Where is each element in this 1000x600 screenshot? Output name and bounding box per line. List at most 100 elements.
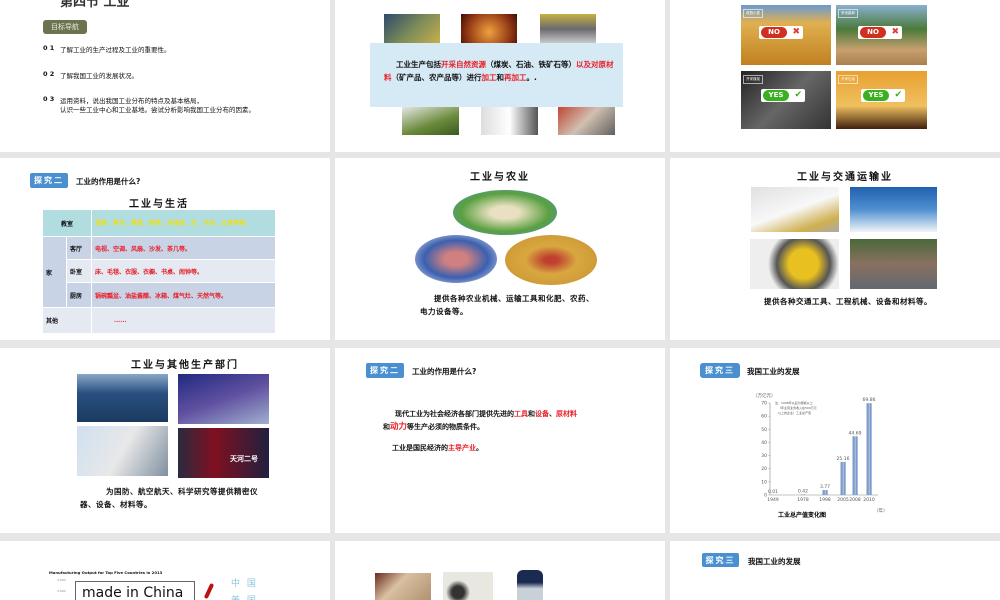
y-tick-label: 10: [761, 479, 767, 485]
goal-number: 0 3: [43, 95, 55, 103]
lab-photo: [76, 425, 169, 477]
slide-caption: 提供各种农业机械、运输工具和化肥、农药、电力设备等。: [420, 294, 594, 316]
tile-label: 开采石油: [838, 75, 858, 84]
slide-title: 工业与交通运输业: [797, 172, 893, 183]
check-icon: ✔: [894, 90, 902, 100]
slide-thumbnail-12[interactable]: 探究三 我国工业的发展: [670, 541, 1000, 600]
chart-note: 注：1998年以后为规模以上: [775, 400, 813, 405]
slide-title: 工业与其他生产部门: [131, 360, 239, 371]
airplane-photo: [849, 186, 938, 233]
bicycle-photo: [442, 571, 494, 600]
slide-heading: 工业的作用是什么?: [76, 177, 141, 186]
definition-text: 工业生产包括开采自然资源（煤炭、石油、铁矿石等）以及对原材料（矿产品、农产品等）…: [384, 60, 614, 82]
no-badge: NO ✖: [759, 26, 803, 39]
goal-text: 了解我国工业的发展状况。: [60, 72, 138, 80]
x-axis-unit: （年）: [874, 507, 888, 514]
x-tick-label: 1998: [819, 497, 831, 503]
goal-number: 0 1: [43, 44, 55, 52]
slide-thumbnail-9[interactable]: 探究三 我国工业的发展 （万亿元） （年） 注：1998年以后为规模以上 （年主…: [670, 348, 1000, 533]
slide-caption: 提供各种交通工具、工程机械、设备和材料等。: [764, 297, 932, 306]
spacecraft-photo: [177, 373, 270, 425]
cell-other-items: ......: [91, 307, 276, 334]
slide-thumbnail-4[interactable]: 探究二 工业的作用是什么? 工业与生活 教室 课桌、凳子、黑板、粉笔、多媒体、灯、…: [0, 158, 330, 340]
slide-thumbnail-6[interactable]: 工业与交通运输业 提供各种交通工具、工程机械、设备和材料等。: [670, 158, 1000, 340]
yes-badge: YES ✔: [761, 89, 805, 102]
y-tick-label: 40: [761, 440, 767, 446]
cell-bedroom: 卧室: [66, 259, 92, 283]
slide-thumbnail-2[interactable]: 工业生产包括开采自然资源（煤炭、石油、铁矿石等）以及对原材料（矿产品、农产品等）…: [335, 0, 665, 152]
tile-label: 开采煤炭: [743, 75, 763, 84]
asphalt-plant-photo: [849, 238, 938, 290]
bar: [822, 490, 825, 495]
bar: [855, 436, 858, 495]
bar-value-label: 25.16: [837, 456, 850, 462]
goal-number: 0 2: [43, 70, 55, 78]
yes-badge: YES ✔: [861, 89, 905, 102]
slide-thumbnail-5[interactable]: 工业与农业 提供各种农业机械、运输工具和化肥、农药、电力设备等。: [335, 158, 665, 340]
bar-value-label: 69.86: [863, 397, 876, 403]
cell-classroom-items: 课桌、凳子、黑板、粉笔、多媒体、灯、书本、文具等等。: [91, 209, 276, 237]
body-line-3: 工业是国民经济的主导产业。: [392, 444, 483, 452]
explore-badge: 探究二: [30, 173, 68, 188]
cell-kitchen-items: 锅碗瓢盆、油盐酱醋、冰箱、煤气灶、天然气等。: [91, 282, 276, 308]
made-in-china-box: made in China: [75, 581, 195, 600]
x-tick-label: 1978: [797, 497, 809, 503]
bar: [866, 403, 869, 495]
textile-photo: [480, 104, 539, 136]
slide-thumbnail-7[interactable]: 工业与其他生产部门 天河二号 为国防、航空航天、科学研究等提供精密仪器、设备、材…: [0, 348, 330, 533]
cell-home: 家: [42, 236, 67, 308]
slide-title: 工业与生活: [129, 199, 189, 210]
country-china: 中 国: [231, 579, 258, 589]
cotton-photo: [401, 104, 460, 136]
slide-thumbnail-11[interactable]: [335, 541, 665, 600]
explore-badge: 探究二: [366, 363, 404, 378]
slide-caption: 为国防、航空航天、科学研究等提供精密仪器、设备、材料等。: [80, 487, 258, 509]
bar: [800, 494, 803, 495]
slide-heading: 我国工业的发展: [747, 367, 800, 376]
y-tick: 3,500: [57, 578, 66, 582]
harvester-photo: [505, 235, 597, 285]
tile-label: 采伐森林: [838, 9, 858, 18]
cell-living-items: 电视、空调、风扇、沙发、茶几等。: [91, 236, 276, 260]
explore-badge: 探究三: [700, 363, 740, 378]
life-table: 教室 课桌、凳子、黑板、粉笔、多媒体、灯、书本、文具等等。 家客厅 电视、空调、风扇…: [42, 209, 276, 334]
definition-box: 工业生产包括开采自然资源（煤炭、石油、铁矿石等）以及对原材料（矿产品、农产品等）…: [370, 43, 623, 107]
slide-thumbnail-8[interactable]: 探究二 工业的作用是什么? 现代工业为社会经济各部门提供先进的工具和设备、原材料…: [335, 348, 665, 533]
slide-thumbnail-1[interactable]: 第四节 工业 目标导航 0 1 了解工业的生产过程及工业的重要性。 0 2 了解…: [0, 0, 330, 152]
car-factory-photo: [539, 13, 597, 45]
bar-value-label: 0.42: [798, 488, 808, 494]
oil-field-photo: 开采石油 YES ✔: [835, 70, 928, 130]
garment-photo: [557, 104, 616, 136]
bar-value-label: 0.01: [768, 489, 778, 495]
slide-title: 第四节 工业: [60, 0, 130, 10]
chart-note: （年主营业务收入在500万元: [778, 405, 817, 410]
slide-thumbnail-3[interactable]: 收割小麦 NO ✖ 采伐森林 NO ✖ 开采煤炭 YES ✔ 开采石油 YES ✔: [670, 0, 1000, 152]
x-tick-label: 2010: [863, 497, 875, 503]
chart-title: Manufacturing Output for Top Five Countr…: [49, 570, 163, 575]
slide-heading: 我国工业的发展: [748, 557, 801, 566]
explore-badge: 探究三: [702, 553, 739, 567]
cell-other: 其他: [42, 307, 92, 334]
mining-photo: [383, 13, 441, 45]
train-photo: [750, 186, 840, 233]
grader-photo: [749, 238, 840, 290]
bar: [840, 461, 843, 495]
bar-value-label: 44.69: [849, 430, 862, 436]
goal-text: 了解工业的生产过程及工业的重要性。: [60, 46, 171, 54]
y-tick-label: 60: [761, 414, 767, 420]
aircraft-carrier-photo: [76, 373, 169, 423]
logging-photo: 采伐森林 NO ✖: [835, 4, 928, 66]
cross-icon: ✖: [891, 27, 899, 37]
no-badge: NO ✖: [858, 26, 902, 39]
coal-mine-photo: 开采煤炭 YES ✔: [740, 70, 832, 130]
truck-photo: [415, 235, 497, 283]
check-icon: ✔: [794, 90, 802, 100]
y-axis-label: （万亿元）: [753, 392, 776, 399]
body-line-1: 现代工业为社会经济各部门提供先进的工具和设备、原材料: [395, 410, 577, 418]
bar: [825, 490, 828, 495]
slide-thumbnail-10[interactable]: Manufacturing Output for Top Five Countr…: [0, 541, 330, 600]
cell-bedroom-items: 床、毛毯、衣服、衣橱、书桌、闹钟等。: [91, 259, 276, 283]
country-usa: 美 国: [231, 593, 258, 600]
y-tick: 3,000: [57, 589, 66, 593]
x-tick-label: 2008: [849, 497, 861, 503]
